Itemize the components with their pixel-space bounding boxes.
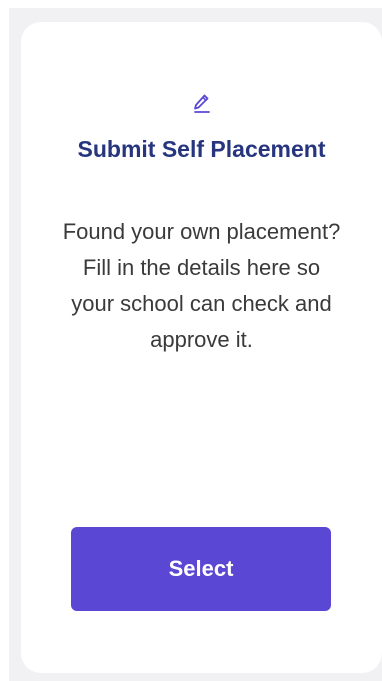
pencil-icon	[193, 94, 210, 113]
self-placement-card: Submit Self Placement Found your own pla…	[21, 22, 382, 673]
select-button[interactable]: Select	[71, 527, 331, 611]
pencil-icon-container	[21, 92, 382, 114]
card-title: Submit Self Placement	[77, 136, 326, 162]
card-description: Found your own placement? Fill in the de…	[62, 219, 341, 352]
